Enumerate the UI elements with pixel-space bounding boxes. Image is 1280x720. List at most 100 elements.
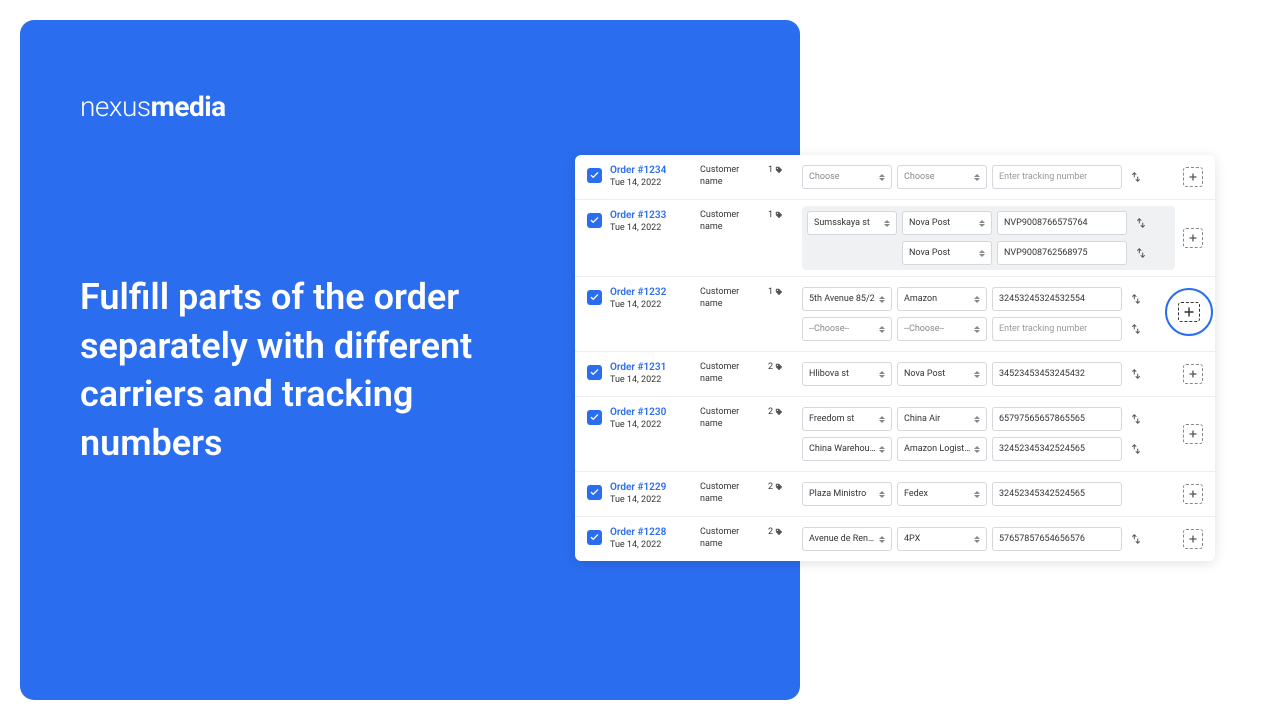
shipments-container: Sumsskaya st Nova Post NVP9008766575764 … — [802, 206, 1175, 270]
order-id-link[interactable]: Order #1232 — [610, 287, 692, 298]
row-checkbox[interactable] — [587, 410, 602, 425]
order-id-link[interactable]: Order #1234 — [610, 165, 692, 176]
swap-icon[interactable] — [1132, 211, 1150, 235]
order-column: Order #1229 Tue 14, 2022 — [610, 482, 692, 505]
carrier-select[interactable]: Amazon — [897, 287, 987, 311]
tracking-input[interactable]: 32452345342524565 — [992, 437, 1122, 461]
add-shipment-button[interactable] — [1183, 364, 1203, 384]
row-checkbox[interactable] — [587, 485, 602, 500]
order-column: Order #1234 Tue 14, 2022 — [610, 165, 692, 188]
headline-text: Fulfill parts of the order separately wi… — [80, 273, 520, 467]
address-select[interactable]: Plaza Ministro — [802, 482, 892, 506]
swap-icon[interactable] — [1127, 165, 1145, 189]
quantity-badge: 1 — [768, 287, 794, 297]
address-select[interactable]: Choose — [802, 165, 892, 189]
order-id-link[interactable]: Order #1230 — [610, 407, 692, 418]
quantity-badge: 1 — [768, 165, 794, 175]
quantity-badge: 2 — [768, 482, 794, 492]
swap-icon[interactable] — [1127, 317, 1145, 341]
tracking-input[interactable]: NVP9008766575764 — [997, 211, 1127, 235]
order-id-link[interactable]: Order #1229 — [610, 482, 692, 493]
shipment-line: --Choose-- --Choose-- Enter tracking num… — [802, 317, 1175, 341]
swap-icon[interactable] — [1132, 241, 1150, 265]
address-select[interactable]: Freedom st — [802, 407, 892, 431]
tracking-input[interactable]: 57657857654656576 — [992, 527, 1122, 551]
order-date: Tue 14, 2022 — [610, 540, 692, 550]
orders-table: Order #1234 Tue 14, 2022 Customername 1 … — [575, 155, 1215, 561]
order-date: Tue 14, 2022 — [610, 178, 692, 188]
address-select[interactable]: Sumsskaya st — [807, 211, 897, 235]
address-select[interactable]: Hlibova st — [802, 362, 892, 386]
quantity-badge: 1 — [768, 210, 794, 220]
address-select[interactable]: 5th Avenue 85/2 — [802, 287, 892, 311]
order-date: Tue 14, 2022 — [610, 495, 692, 505]
carrier-select[interactable]: 4PX — [897, 527, 987, 551]
row-checkbox[interactable] — [587, 530, 602, 545]
row-checkbox[interactable] — [587, 365, 602, 380]
add-shipment-button[interactable] — [1183, 424, 1203, 444]
shipment-line: China Warehouse Amazon Logistics 3245234… — [802, 437, 1175, 461]
shipments-container: Avenue de Rena.. 4PX 57657857654656576 — [802, 527, 1175, 551]
shipment-line: Plaza Ministro Fedex 32452345342524565 — [802, 482, 1175, 506]
order-column: Order #1233 Tue 14, 2022 — [610, 210, 692, 233]
order-column: Order #1228 Tue 14, 2022 — [610, 527, 692, 550]
tracking-input[interactable]: Enter tracking number — [992, 165, 1122, 189]
tracking-input[interactable]: 34523453453245432 — [992, 362, 1122, 386]
swap-icon[interactable] — [1127, 437, 1145, 461]
quantity-badge: 2 — [768, 527, 794, 537]
row-checkbox[interactable] — [587, 168, 602, 183]
swap-icon[interactable] — [1127, 362, 1145, 386]
shipment-line: Nova Post NVP9008762568975 — [807, 241, 1170, 265]
carrier-select[interactable]: Fedex — [897, 482, 987, 506]
shipment-line: Freedom st China Air 65797565657865565 — [802, 407, 1175, 431]
order-column: Order #1230 Tue 14, 2022 — [610, 407, 692, 430]
table-row: Order #1228 Tue 14, 2022 Customername 2 … — [575, 517, 1215, 561]
carrier-select[interactable]: Nova Post — [902, 211, 992, 235]
carrier-select[interactable]: China Air — [897, 407, 987, 431]
add-shipment-button[interactable] — [1183, 529, 1203, 549]
customer-name: Customername — [700, 362, 760, 385]
order-column: Order #1231 Tue 14, 2022 — [610, 362, 692, 385]
add-shipment-button[interactable] — [1183, 484, 1203, 504]
swap-icon[interactable] — [1127, 287, 1145, 311]
shipment-line: Avenue de Rena.. 4PX 57657857654656576 — [802, 527, 1175, 551]
shipment-line: Hlibova st Nova Post 34523453453245432 — [802, 362, 1175, 386]
customer-name: Customername — [700, 287, 760, 310]
order-id-link[interactable]: Order #1233 — [610, 210, 692, 221]
add-shipment-callout — [1165, 288, 1213, 336]
shipment-line: Sumsskaya st Nova Post NVP9008766575764 — [807, 211, 1170, 235]
shipments-container: Plaza Ministro Fedex 32452345342524565 — [802, 482, 1175, 506]
tracking-input[interactable]: 65797565657865565 — [992, 407, 1122, 431]
order-date: Tue 14, 2022 — [610, 375, 692, 385]
carrier-select[interactable]: --Choose-- — [897, 317, 987, 341]
address-select[interactable]: Avenue de Rena.. — [802, 527, 892, 551]
address-select[interactable]: --Choose-- — [802, 317, 892, 341]
shipments-container: Freedom st China Air 65797565657865565 C… — [802, 407, 1175, 461]
address-select[interactable]: China Warehouse — [802, 437, 892, 461]
order-id-link[interactable]: Order #1228 — [610, 527, 692, 538]
add-shipment-button[interactable] — [1183, 167, 1203, 187]
shipments-container: Choose Choose Enter tracking number — [802, 165, 1175, 189]
carrier-select[interactable]: Nova Post — [902, 241, 992, 265]
swap-icon[interactable] — [1127, 407, 1145, 431]
swap-icon[interactable] — [1127, 527, 1145, 551]
row-checkbox[interactable] — [587, 290, 602, 305]
tracking-input[interactable]: 32452345342524565 — [992, 482, 1122, 506]
row-checkbox[interactable] — [587, 213, 602, 228]
shipments-container: 5th Avenue 85/2 Amazon 32453245324532554… — [802, 287, 1175, 341]
shipments-container: Hlibova st Nova Post 34523453453245432 — [802, 362, 1175, 386]
table-row: Order #1233 Tue 14, 2022 Customername 1 … — [575, 200, 1215, 277]
tracking-input[interactable]: Enter tracking number — [992, 317, 1122, 341]
table-row: Order #1229 Tue 14, 2022 Customername 2 … — [575, 472, 1215, 517]
customer-name: Customername — [700, 210, 760, 233]
carrier-select[interactable]: Nova Post — [897, 362, 987, 386]
add-shipment-button[interactable] — [1183, 228, 1203, 248]
brand-logo: nexusmedia — [80, 90, 740, 123]
order-id-link[interactable]: Order #1231 — [610, 362, 692, 373]
customer-name: Customername — [700, 482, 760, 505]
carrier-select[interactable]: Amazon Logistics — [897, 437, 987, 461]
carrier-select[interactable]: Choose — [897, 165, 987, 189]
order-date: Tue 14, 2022 — [610, 223, 692, 233]
tracking-input[interactable]: NVP9008762568975 — [997, 241, 1127, 265]
tracking-input[interactable]: 32453245324532554 — [992, 287, 1122, 311]
